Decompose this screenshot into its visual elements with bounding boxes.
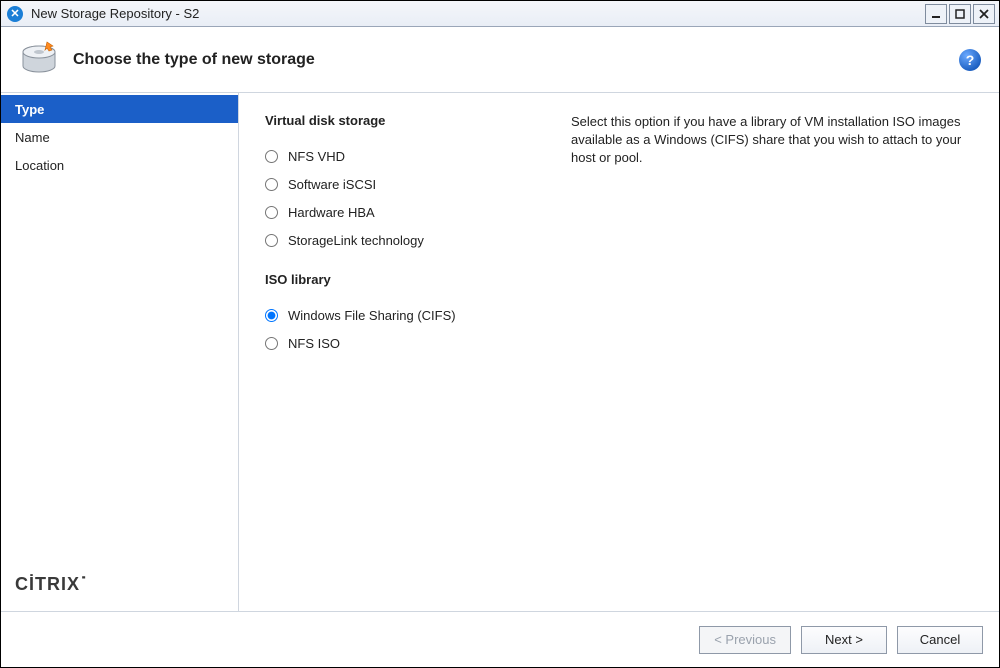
option-label: StorageLink technology [288,233,424,248]
step-label: Name [15,130,50,145]
page-title: Choose the type of new storage [73,51,959,69]
wizard-footer: < Previous Next > Cancel [1,611,999,667]
step-name[interactable]: Name [1,123,238,151]
option-hardware-hba[interactable]: Hardware HBA [265,198,545,226]
wizard-body: Type Name Location CİTRIX˙ Virtual disk … [1,93,999,611]
group-title-iso-library: ISO library [265,272,545,287]
step-location[interactable]: Location [1,151,238,179]
option-software-iscsi[interactable]: Software iSCSI [265,170,545,198]
storage-type-options: Virtual disk storage NFS VHD Software iS… [265,113,545,603]
maximize-button[interactable] [949,4,971,24]
window-title: New Storage Repository - S2 [31,6,923,21]
option-nfs-iso[interactable]: NFS ISO [265,329,545,357]
step-type[interactable]: Type [1,95,238,123]
wizard-header: Choose the type of new storage ? [1,27,999,93]
radio-software-iscsi[interactable] [265,178,278,191]
help-icon: ? [966,52,975,68]
close-button[interactable] [973,4,995,24]
option-label: NFS VHD [288,149,345,164]
titlebar: ✕ New Storage Repository - S2 [1,1,999,27]
cancel-button[interactable]: Cancel [897,626,983,654]
group-title-virtual-disk: Virtual disk storage [265,113,545,128]
sidebar-steps: Type Name Location [1,93,238,560]
minimize-button[interactable] [925,4,947,24]
wizard-window: ✕ New Storage Repository - S2 Choo [0,0,1000,668]
option-label: Windows File Sharing (CIFS) [288,308,456,323]
minimize-icon [931,9,941,19]
help-button[interactable]: ? [959,49,981,71]
brand-area: CİTRIX˙ [1,560,238,611]
next-button[interactable]: Next > [801,626,887,654]
option-description: Select this option if you have a library… [571,113,973,603]
citrix-logo: CİTRIX˙ [15,574,88,594]
option-storagelink[interactable]: StorageLink technology [265,226,545,254]
option-label: NFS ISO [288,336,340,351]
step-label: Type [15,102,44,117]
option-label: Hardware HBA [288,205,375,220]
window-controls [923,4,995,24]
radio-storagelink[interactable] [265,234,278,247]
radio-nfs-iso[interactable] [265,337,278,350]
app-icon: ✕ [7,6,23,22]
main-content: Virtual disk storage NFS VHD Software iS… [239,93,999,611]
previous-button[interactable]: < Previous [699,626,791,654]
maximize-icon [955,9,965,19]
close-icon [979,9,989,19]
radio-nfs-vhd[interactable] [265,150,278,163]
storage-icon [19,40,59,80]
option-cifs[interactable]: Windows File Sharing (CIFS) [265,301,545,329]
option-label: Software iSCSI [288,177,376,192]
radio-cifs[interactable] [265,309,278,322]
sidebar: Type Name Location CİTRIX˙ [1,93,239,611]
radio-hardware-hba[interactable] [265,206,278,219]
step-label: Location [15,158,64,173]
option-nfs-vhd[interactable]: NFS VHD [265,142,545,170]
